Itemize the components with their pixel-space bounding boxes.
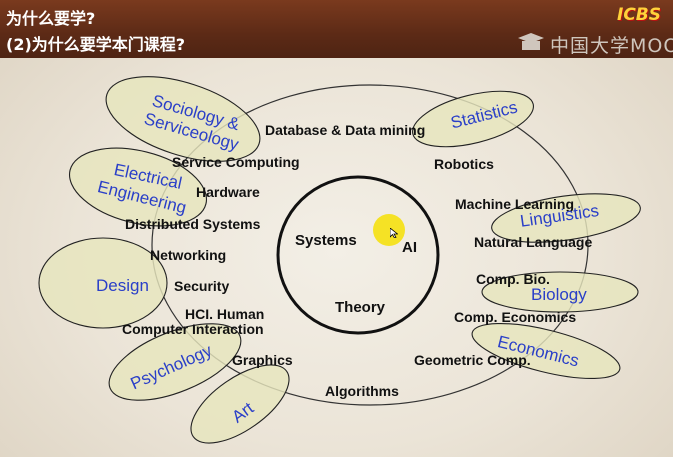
mooc-logo-text: 中国大学MOOC: [550, 35, 673, 57]
topic-service-computing: Service Computing: [172, 154, 300, 170]
topic-security: Security: [174, 278, 230, 294]
mouse-cursor-icon: [390, 228, 398, 238]
core-label-systems: Systems: [295, 232, 357, 249]
topic-database: Database & Data mining: [265, 122, 426, 138]
cs-fields-diagram: Systems AI Theory Database & Data mining…: [0, 0, 673, 457]
field-biology: Biology: [531, 285, 587, 304]
topic-hci-line2: Computer Interaction: [122, 321, 264, 337]
topic-comp-economics: Comp. Economics: [454, 309, 577, 325]
core-label-theory: Theory: [335, 299, 386, 316]
header-title-line1: 为什么要学?: [6, 9, 96, 28]
slide-header: 为什么要学? (2)为什么要学本门课程? ICBS 中国大学MOOC: [0, 0, 673, 58]
topic-robotics: Robotics: [434, 156, 494, 172]
mooc-logo-icon: [518, 33, 544, 50]
header-title-line2: (2)为什么要学本门课程?: [6, 35, 186, 54]
topic-geometric-comp: Geometric Comp.: [414, 352, 531, 368]
topic-algorithms: Algorithms: [325, 383, 399, 399]
topic-comp-bio: Comp. Bio.: [476, 271, 550, 287]
topic-distributed-systems: Distributed Systems: [125, 216, 261, 232]
field-design: Design: [96, 276, 149, 295]
topic-hci-line1: HCI. Human: [185, 306, 265, 322]
core-label-ai: AI: [402, 239, 417, 256]
topic-hardware: Hardware: [196, 184, 260, 200]
lecture-slide: Systems AI Theory Database & Data mining…: [0, 0, 673, 457]
presenter-pointer-highlight: [373, 214, 405, 246]
topic-natural-language: Natural Language: [474, 234, 593, 250]
icbs-badge: ICBS: [617, 5, 662, 25]
topic-networking: Networking: [150, 247, 227, 263]
topic-graphics: Graphics: [232, 352, 293, 368]
